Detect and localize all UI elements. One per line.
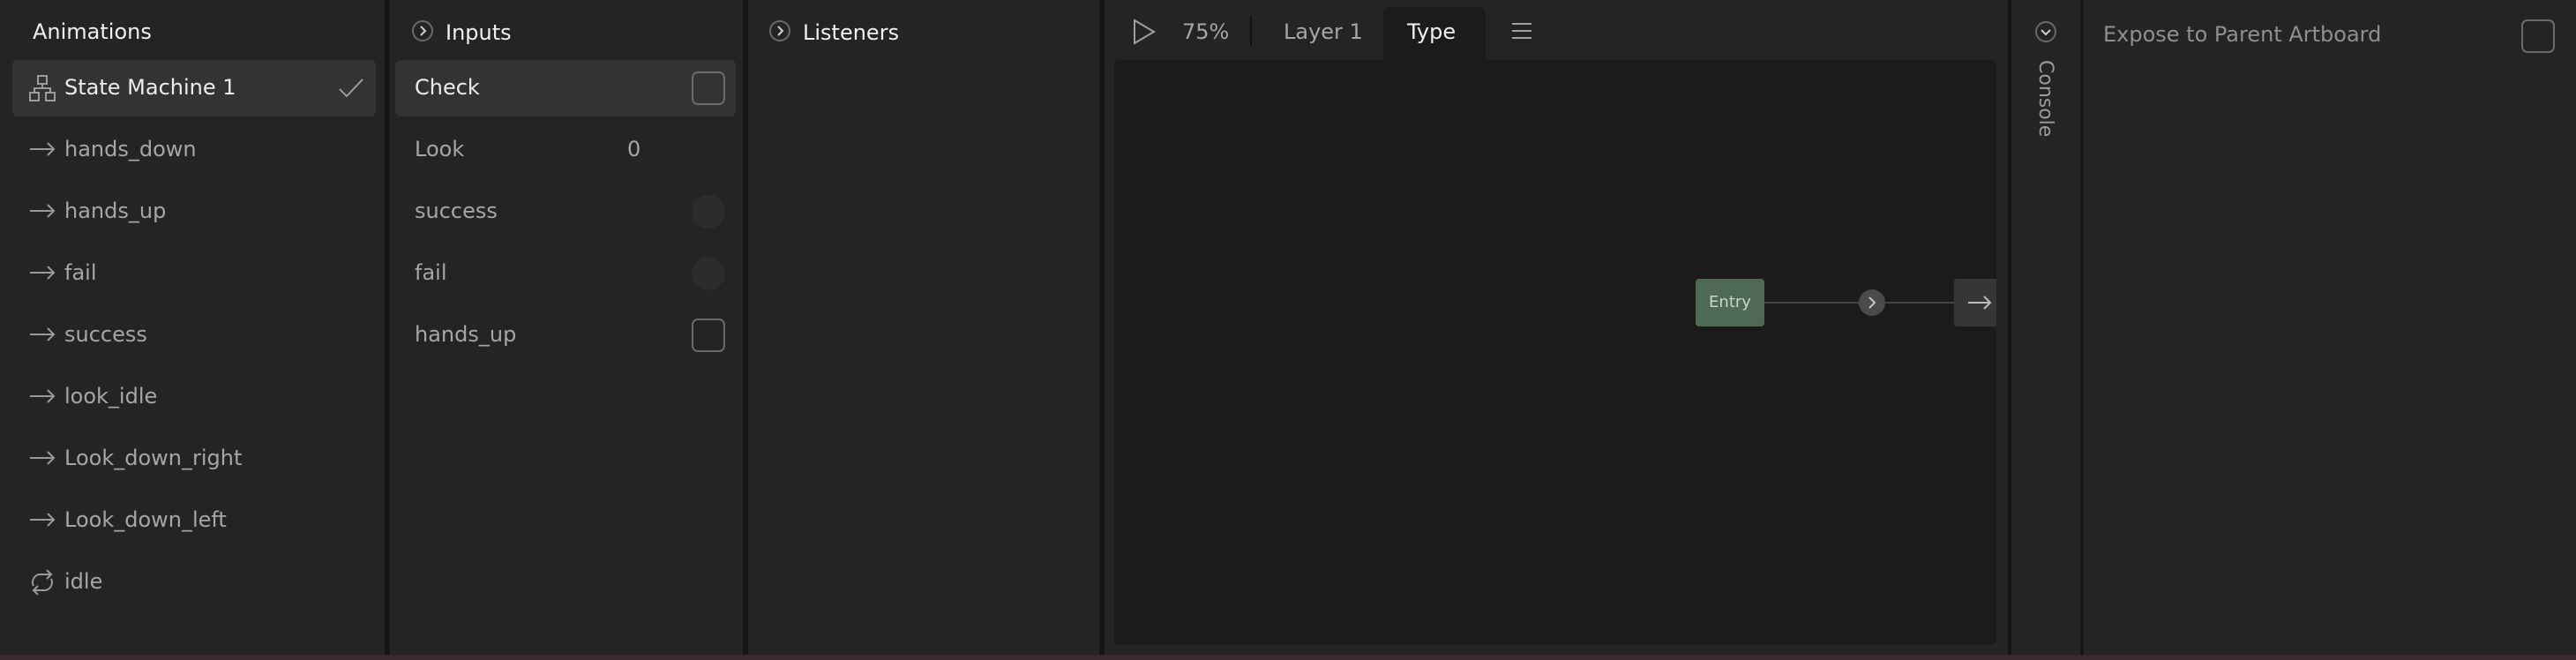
state-node[interactable] — [1954, 279, 1996, 326]
input-row-fail[interactable]: fail — [395, 245, 736, 302]
input-label: Check — [415, 75, 480, 100]
console-panel: Console — [2011, 0, 2080, 655]
properties-panel: Expose to Parent Artboard — [2084, 0, 2576, 655]
expose-to-parent-checkbox[interactable] — [2521, 19, 2555, 53]
tab-type-label: Type — [1407, 19, 1456, 44]
animation-item-label: look_idle — [64, 384, 158, 409]
animation-item-label: hands_down — [64, 137, 197, 161]
inputs-panel: Inputs Check Look 0 success fail hands_u… — [390, 0, 743, 655]
animation-item-label: fail — [64, 260, 97, 285]
animation-item-label: Look_down_right — [64, 446, 243, 470]
input-row-check[interactable]: Check — [395, 60, 736, 116]
listeners-title: Listeners — [803, 20, 900, 45]
listeners-expand-icon[interactable] — [769, 20, 790, 41]
arrow-right-icon — [28, 325, 56, 344]
input-label: hands_up — [415, 322, 517, 347]
arrow-right-icon — [28, 139, 56, 159]
animation-item-label: hands_up — [64, 199, 167, 223]
console-collapse-icon[interactable] — [2035, 21, 2056, 42]
console-label[interactable]: Console — [2034, 60, 2056, 137]
loop-icon — [28, 568, 56, 600]
inputs-expand-icon[interactable] — [412, 20, 433, 41]
input-row-hands-up[interactable]: hands_up — [395, 307, 736, 364]
animation-item-label: idle — [64, 569, 103, 594]
entry-node[interactable]: Entry — [1696, 279, 1764, 326]
input-row-success[interactable]: success — [395, 184, 736, 240]
state-machine-label: State Machine 1 — [64, 75, 236, 100]
arrow-right-icon — [28, 386, 56, 406]
toolbar-separator — [1250, 16, 1252, 46]
animation-item-label: Look_down_left — [64, 507, 227, 532]
animation-item[interactable]: success — [12, 307, 376, 364]
animation-item[interactable]: Look_down_right — [12, 431, 376, 487]
input-label: Look — [415, 137, 465, 161]
input-label: fail — [415, 260, 447, 285]
animation-item[interactable]: look_idle — [12, 369, 376, 425]
input-row-look[interactable]: Look 0 — [395, 122, 736, 178]
inputs-title: Inputs — [446, 20, 512, 45]
state-machine-icon — [28, 74, 56, 106]
animation-item[interactable]: Look_down_left — [12, 492, 376, 549]
animations-panel: Animations State Machine 1 hands_down ha… — [0, 0, 385, 655]
animations-title: Animations — [33, 19, 152, 44]
check-icon — [337, 76, 365, 104]
arrow-right-icon — [28, 263, 56, 282]
input-trigger[interactable] — [692, 195, 725, 229]
state-machine-row[interactable]: State Machine 1 — [12, 60, 376, 116]
play-icon[interactable] — [1131, 18, 1157, 49]
zoom-level[interactable]: 75% — [1182, 19, 1229, 44]
input-trigger[interactable] — [692, 257, 725, 290]
animation-item[interactable]: idle — [12, 554, 376, 611]
animation-item[interactable]: fail — [12, 245, 376, 302]
listeners-panel: Listeners — [748, 0, 1099, 655]
arrow-right-icon — [1968, 296, 1992, 310]
animation-item[interactable]: hands_down — [12, 122, 376, 178]
arrow-right-icon — [28, 448, 56, 468]
menu-icon[interactable] — [1510, 21, 1533, 44]
tab-layer-1[interactable]: Layer 1 — [1284, 19, 1363, 44]
animation-item-label: success — [64, 322, 147, 347]
arrow-right-icon — [28, 510, 56, 529]
graph-panel: 75% Layer 1 Type Entry — [1105, 0, 2008, 655]
input-checkbox[interactable] — [692, 319, 725, 352]
input-number-value[interactable]: 0 — [627, 137, 640, 161]
graph-canvas[interactable]: Entry — [1114, 60, 1996, 645]
expose-to-parent-label: Expose to Parent Artboard — [2103, 22, 2382, 47]
entry-node-label: Entry — [1709, 293, 1751, 311]
transition-arrow-icon[interactable] — [1859, 289, 1885, 316]
arrow-right-icon — [28, 201, 56, 221]
animation-item[interactable]: hands_up — [12, 184, 376, 240]
tab-type[interactable]: Type — [1383, 7, 1486, 60]
input-label: success — [415, 199, 498, 223]
input-checkbox[interactable] — [692, 71, 725, 105]
